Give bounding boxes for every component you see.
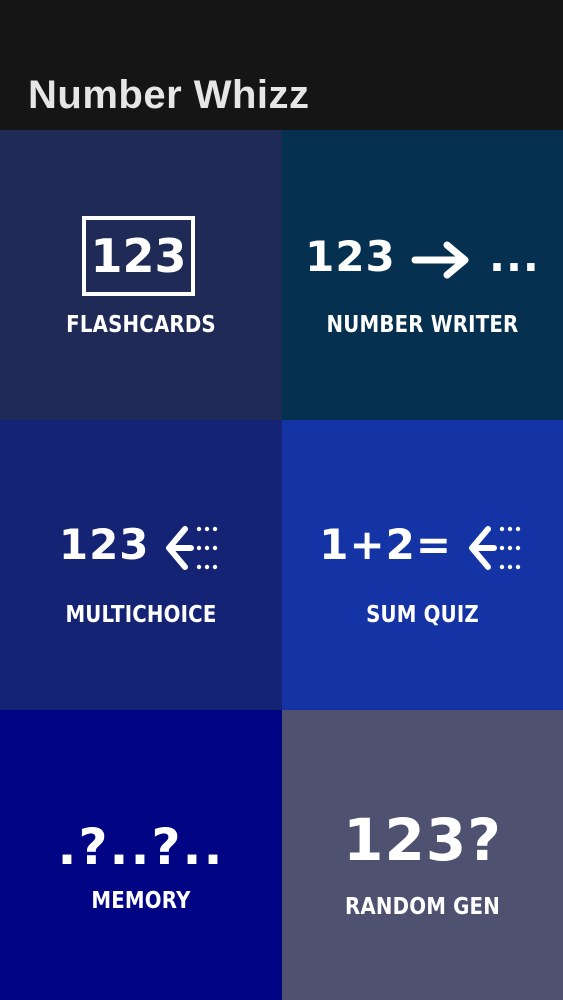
tile-sum-quiz[interactable]: 1+2= SUM QUIZ	[282, 420, 563, 710]
arrow-left-dotted-icon	[166, 525, 218, 570]
number-writer-icon: 123 ...	[282, 232, 563, 281]
number-writer-digits: 123	[305, 232, 396, 281]
multichoice-digits: 123	[58, 520, 150, 569]
app-header: Number Whizz	[0, 60, 563, 130]
tile-label-multichoice: MULTICHOICE	[65, 602, 217, 628]
memory-icon: .?..?..	[57, 818, 225, 876]
arrow-right-icon	[411, 241, 469, 278]
multichoice-icon: 123	[0, 520, 282, 573]
flashcard-icon: 123	[82, 216, 195, 296]
tile-memory[interactable]: .?..?.. MEMORY	[0, 710, 282, 1000]
tile-flashcards[interactable]: 123 FLASHCARDS	[0, 130, 282, 420]
sum-quiz-icon: 1+2=	[282, 520, 563, 573]
tile-label-sum-quiz: SUM QUIZ	[366, 602, 479, 628]
number-writer-ellipsis: ...	[489, 232, 540, 281]
tile-label-memory: MEMORY	[91, 888, 191, 914]
tile-random-gen[interactable]: 123? RANDOM GEN	[282, 710, 563, 1000]
app-title: Number Whizz	[28, 73, 310, 117]
sum-quiz-equation: 1+2=	[319, 520, 453, 569]
arrow-left-dotted-icon	[468, 525, 520, 570]
tile-multichoice[interactable]: 123 MULTICHOICE	[0, 420, 282, 710]
menu-grid: 123 FLASHCARDS 123 ... NUMBER WRITER 123	[0, 130, 563, 1000]
tile-number-writer[interactable]: 123 ... NUMBER WRITER	[282, 130, 563, 420]
status-bar	[0, 0, 563, 60]
flashcard-icon-text: 123	[90, 229, 187, 283]
tile-label-random-gen: RANDOM GEN	[345, 894, 500, 920]
random-gen-icon: 123?	[343, 806, 502, 874]
tile-label-flashcards: FLASHCARDS	[66, 312, 216, 338]
tile-label-number-writer: NUMBER WRITER	[326, 312, 519, 338]
